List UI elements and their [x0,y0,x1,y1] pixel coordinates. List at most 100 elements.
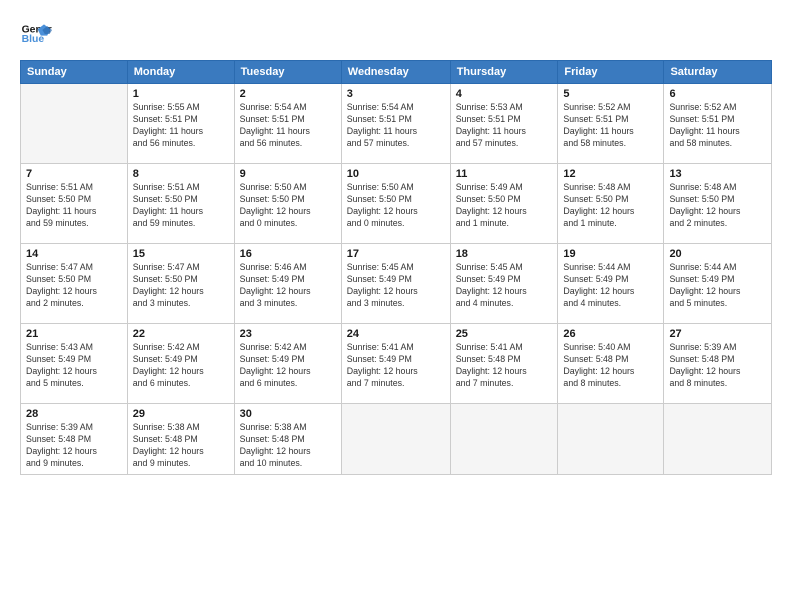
day-number: 24 [347,328,445,340]
day-info: Sunrise: 5:45 AM Sunset: 5:49 PM Dayligh… [456,262,553,310]
week-row-1: 7 Sunrise: 5:51 AM Sunset: 5:50 PM Daylig… [21,164,772,244]
calendar-cell: 3Sunrise: 5:54 AM Sunset: 5:51 PM Daylig… [341,84,450,164]
calendar-cell: 1 Sunrise: 5:55 AM Sunset: 5:51 PM Daylig… [127,84,234,164]
day-number: 8 [133,168,229,180]
calendar-cell: 21 Sunrise: 5:43 AM Sunset: 5:49 PM Dayli… [21,324,128,404]
day-number: 20 [669,248,766,260]
calendar-cell: 6 Sunrise: 5:52 AM Sunset: 5:51 PM Daylig… [664,84,772,164]
day-number: 7 [26,168,122,180]
day-number: 11 [456,168,553,180]
day-info: Sunrise: 5:42 AM Sunset: 5:49 PM Dayligh… [133,342,229,390]
day-number: 2 [240,88,336,100]
day-number: 14 [26,248,122,260]
calendar-header-row: SundayMondayTuesdayWednesdayThursdayFrid… [21,61,772,84]
header-thursday: Thursday [450,61,558,84]
calendar-cell: 5 Sunrise: 5:52 AM Sunset: 5:51 PM Daylig… [558,84,664,164]
day-number: 16 [240,248,336,260]
day-info: Sunrise: 5:47 AM Sunset: 5:50 PM Dayligh… [133,262,229,310]
logo: General Blue [20,18,52,50]
day-info: Sunrise: 5:51 AM Sunset: 5:50 PM Dayligh… [26,182,122,230]
day-info: Sunrise: 5:55 AM Sunset: 5:51 PM Dayligh… [133,102,229,150]
day-number: 12 [563,168,658,180]
calendar-cell: 16 Sunrise: 5:46 AM Sunset: 5:49 PM Dayli… [234,244,341,324]
calendar-cell: 25 Sunrise: 5:41 AM Sunset: 5:48 PM Dayli… [450,324,558,404]
day-number: 10 [347,168,445,180]
day-number: 27 [669,328,766,340]
day-number: 28 [26,408,122,420]
day-number: 1 [133,88,229,100]
day-info: Sunrise: 5:50 AM Sunset: 5:50 PM Dayligh… [240,182,336,230]
header-monday: Monday [127,61,234,84]
calendar-cell: 12 Sunrise: 5:48 AM Sunset: 5:50 PM Dayli… [558,164,664,244]
header-sunday: Sunday [21,61,128,84]
day-number: 29 [133,408,229,420]
day-info: Sunrise: 5:47 AM Sunset: 5:50 PM Dayligh… [26,262,122,310]
day-number: 3 [347,88,445,100]
day-info: Sunrise: 5:52 AM Sunset: 5:51 PM Dayligh… [563,102,658,150]
calendar-cell: 13 Sunrise: 5:48 AM Sunset: 5:50 PM Dayli… [664,164,772,244]
calendar-cell: 15Sunrise: 5:47 AM Sunset: 5:50 PM Dayli… [127,244,234,324]
day-info: Sunrise: 5:44 AM Sunset: 5:49 PM Dayligh… [669,262,766,310]
day-info: Sunrise: 5:44 AM Sunset: 5:49 PM Dayligh… [563,262,658,310]
day-info: Sunrise: 5:38 AM Sunset: 5:48 PM Dayligh… [240,422,336,470]
day-info: Sunrise: 5:41 AM Sunset: 5:48 PM Dayligh… [456,342,553,390]
calendar-cell: 29Sunrise: 5:38 AM Sunset: 5:48 PM Dayli… [127,404,234,475]
day-info: Sunrise: 5:46 AM Sunset: 5:49 PM Dayligh… [240,262,336,310]
calendar-table: SundayMondayTuesdayWednesdayThursdayFrid… [20,60,772,475]
calendar-cell: 17 Sunrise: 5:45 AM Sunset: 5:49 PM Dayli… [341,244,450,324]
day-info: Sunrise: 5:39 AM Sunset: 5:48 PM Dayligh… [669,342,766,390]
day-number: 19 [563,248,658,260]
day-info: Sunrise: 5:48 AM Sunset: 5:50 PM Dayligh… [563,182,658,230]
calendar-cell: 27 Sunrise: 5:39 AM Sunset: 5:48 PM Dayli… [664,324,772,404]
calendar-cell: 30 Sunrise: 5:38 AM Sunset: 5:48 PM Dayli… [234,404,341,475]
day-number: 17 [347,248,445,260]
calendar-cell: 4Sunrise: 5:53 AM Sunset: 5:51 PM Daylig… [450,84,558,164]
day-number: 9 [240,168,336,180]
day-info: Sunrise: 5:52 AM Sunset: 5:51 PM Dayligh… [669,102,766,150]
day-number: 5 [563,88,658,100]
day-info: Sunrise: 5:54 AM Sunset: 5:51 PM Dayligh… [240,102,336,150]
calendar-cell: 8 Sunrise: 5:51 AM Sunset: 5:50 PM Daylig… [127,164,234,244]
week-row-2: 14 Sunrise: 5:47 AM Sunset: 5:50 PM Dayli… [21,244,772,324]
svg-text:Blue: Blue [22,34,45,45]
calendar-cell: 24 Sunrise: 5:41 AM Sunset: 5:49 PM Dayli… [341,324,450,404]
day-number: 13 [669,168,766,180]
day-info: Sunrise: 5:40 AM Sunset: 5:48 PM Dayligh… [563,342,658,390]
day-number: 21 [26,328,122,340]
day-number: 18 [456,248,553,260]
day-info: Sunrise: 5:43 AM Sunset: 5:49 PM Dayligh… [26,342,122,390]
day-info: Sunrise: 5:51 AM Sunset: 5:50 PM Dayligh… [133,182,229,230]
calendar-cell [450,404,558,475]
calendar-cell [558,404,664,475]
day-number: 25 [456,328,553,340]
day-info: Sunrise: 5:48 AM Sunset: 5:50 PM Dayligh… [669,182,766,230]
calendar-cell: 9 Sunrise: 5:50 AM Sunset: 5:50 PM Daylig… [234,164,341,244]
calendar-cell: 7 Sunrise: 5:51 AM Sunset: 5:50 PM Daylig… [21,164,128,244]
day-number: 30 [240,408,336,420]
day-info: Sunrise: 5:45 AM Sunset: 5:49 PM Dayligh… [347,262,445,310]
calendar-cell: 10Sunrise: 5:50 AM Sunset: 5:50 PM Dayli… [341,164,450,244]
calendar-cell: 2 Sunrise: 5:54 AM Sunset: 5:51 PM Daylig… [234,84,341,164]
calendar-cell: 23Sunrise: 5:42 AM Sunset: 5:49 PM Dayli… [234,324,341,404]
header-friday: Friday [558,61,664,84]
day-info: Sunrise: 5:39 AM Sunset: 5:48 PM Dayligh… [26,422,122,470]
day-info: Sunrise: 5:49 AM Sunset: 5:50 PM Dayligh… [456,182,553,230]
week-row-0: 1 Sunrise: 5:55 AM Sunset: 5:51 PM Daylig… [21,84,772,164]
day-info: Sunrise: 5:41 AM Sunset: 5:49 PM Dayligh… [347,342,445,390]
day-info: Sunrise: 5:53 AM Sunset: 5:51 PM Dayligh… [456,102,553,150]
day-number: 26 [563,328,658,340]
calendar-cell: 20 Sunrise: 5:44 AM Sunset: 5:49 PM Dayli… [664,244,772,324]
calendar-cell: 22Sunrise: 5:42 AM Sunset: 5:49 PM Dayli… [127,324,234,404]
calendar-cell: 19 Sunrise: 5:44 AM Sunset: 5:49 PM Dayli… [558,244,664,324]
calendar-cell [664,404,772,475]
day-number: 23 [240,328,336,340]
calendar-cell [21,84,128,164]
week-row-3: 21 Sunrise: 5:43 AM Sunset: 5:49 PM Dayli… [21,324,772,404]
header-wednesday: Wednesday [341,61,450,84]
calendar-cell [341,404,450,475]
logo-icon: General Blue [20,18,52,50]
day-number: 6 [669,88,766,100]
header-tuesday: Tuesday [234,61,341,84]
calendar-cell: 26 Sunrise: 5:40 AM Sunset: 5:48 PM Dayli… [558,324,664,404]
header-saturday: Saturday [664,61,772,84]
